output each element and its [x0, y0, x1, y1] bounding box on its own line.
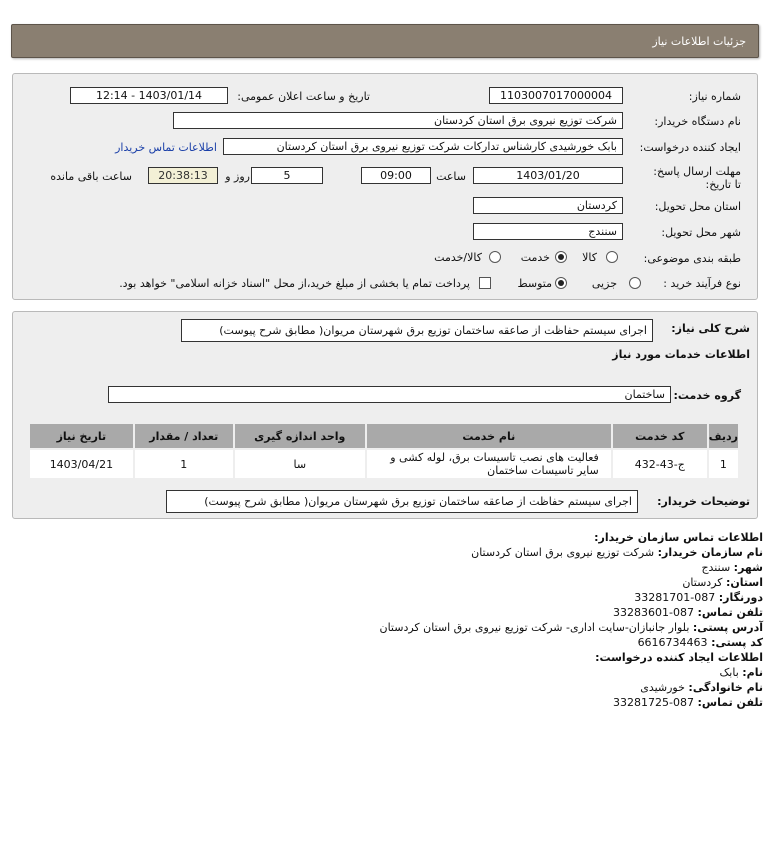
- announce-field[interactable]: 1403/01/14 - 12:14: [70, 87, 228, 104]
- need-date-cell: 1403/04/21: [28, 448, 135, 480]
- deadline-date-field[interactable]: 1403/01/20: [473, 167, 623, 184]
- address-label: آدرس پستی:: [692, 621, 763, 634]
- name-value: بابک: [719, 666, 739, 679]
- description-panel: شرح کلی نیاز: اجرای سیستم حفاظت از صاعقه…: [12, 311, 758, 519]
- postal-value: 6616734463: [637, 636, 708, 649]
- services-section-title: اطلاعات خدمات مورد نیاز: [612, 348, 750, 361]
- province-label: استان محل تحویل:: [654, 200, 741, 213]
- col-quantity: تعداد / مقدار: [132, 422, 235, 450]
- quantity-cell: 1: [132, 448, 235, 480]
- creator-info-title: اطلاعات ایجاد کننده درخواست:: [595, 651, 763, 664]
- city-info-value: سنندج: [701, 561, 731, 574]
- col-need-date: تاریخ نیاز: [28, 422, 135, 450]
- table-header-row: ردیف کد خدمت نام خدمت واحد اندازه گیری ت…: [28, 422, 741, 450]
- province-info-label: استان:: [726, 576, 763, 589]
- category-radio-service[interactable]: [555, 251, 567, 263]
- col-unit: واحد اندازه گیری: [232, 422, 367, 450]
- creator-field[interactable]: بابک خورشیدی کارشناس تدارکات شرکت توزیع …: [223, 138, 623, 155]
- creator-phone-label: تلفن تماس:: [697, 696, 763, 709]
- category-radio-goods[interactable]: [606, 251, 618, 263]
- unit-cell: سا: [232, 448, 367, 480]
- creator-label: ایجاد کننده درخواست:: [639, 141, 741, 154]
- description-label: شرح کلی نیاز:: [671, 322, 750, 335]
- city-field[interactable]: سنندج: [473, 223, 623, 240]
- buyer-notes-field[interactable]: اجرای سیستم حفاظت از صاعقه ساختمان توزیع…: [166, 490, 638, 513]
- days-field[interactable]: 5: [251, 167, 323, 184]
- service-group-label: گروه خدمت:: [673, 389, 741, 402]
- page-title: جزئیات اطلاعات نیاز: [652, 35, 746, 48]
- deadline-time-field[interactable]: 09:00: [361, 167, 431, 184]
- treasury-payment-checkbox[interactable]: [479, 277, 491, 289]
- col-service-code: کد خدمت: [610, 422, 709, 450]
- service-code-cell: ج-43-432: [610, 448, 709, 480]
- contact-info-section: اطلاعات تماس سازمان خریدار: نام سازمان خ…: [0, 527, 770, 737]
- page-header: جزئیات اطلاعات نیاز: [11, 24, 759, 58]
- buyer-contact-link[interactable]: اطلاعات تماس خریدار: [115, 141, 217, 154]
- creator-phone-value: 087-33281725: [613, 696, 695, 709]
- need-number-field[interactable]: 1103007017000004: [489, 87, 623, 104]
- buyer-org-field[interactable]: شرکت توزیع نیروی برق استان کردستان: [173, 112, 623, 129]
- org-value: شرکت توزیع نیروی برق استان کردستان: [471, 546, 655, 559]
- address-value: بلوار جانبازان-سایت اداری- شرکت توزیع نی…: [379, 621, 690, 634]
- phone-value: 087-33283601: [613, 606, 695, 619]
- remaining-time-field: 20:38:13: [148, 167, 218, 184]
- process-radio-medium[interactable]: [555, 277, 567, 289]
- family-value: خورشیدی: [640, 681, 685, 694]
- days-label: روز و: [225, 170, 250, 183]
- services-table: ردیف کد خدمت نام خدمت واحد اندازه گیری ت…: [28, 422, 741, 480]
- category-option-service: خدمت: [520, 251, 550, 264]
- remaining-label: ساعت باقی مانده: [50, 170, 132, 183]
- family-label: نام خانوادگی:: [688, 681, 763, 694]
- province-info-value: کردستان: [682, 576, 723, 589]
- process-label: نوع فرآیند خرید :: [663, 277, 741, 290]
- category-radio-goods-service[interactable]: [489, 251, 501, 263]
- col-row-number: ردیف: [706, 422, 741, 450]
- deadline-label: مهلت ارسال پاسخ: تا تاریخ:: [653, 165, 741, 191]
- buyer-org-label: نام دستگاه خریدار:: [654, 115, 741, 128]
- table-row: 1 ج-43-432 فعالیت های نصب تاسیسات برق، ل…: [28, 448, 741, 480]
- announce-label: تاریخ و ساعت اعلان عمومی:: [237, 90, 370, 103]
- fax-label: دورنگار:: [718, 591, 763, 604]
- fax-value: 087-33281701: [634, 591, 716, 604]
- org-label: نام سازمان خریدار:: [657, 546, 763, 559]
- buyer-notes-label: توضیحات خریدار:: [657, 495, 750, 508]
- process-option-minor: جزیی: [591, 277, 617, 290]
- city-label: شهر محل تحویل:: [661, 226, 741, 239]
- city-info-label: شهر:: [733, 561, 763, 574]
- postal-label: کد پستی:: [711, 636, 763, 649]
- category-label: طبقه بندی موضوعی:: [643, 252, 741, 265]
- category-option-goods: کالا: [582, 251, 597, 264]
- process-option-medium: متوسط: [517, 277, 552, 290]
- name-label: نام:: [742, 666, 763, 679]
- phone-label: تلفن تماس:: [697, 606, 763, 619]
- need-details-panel: شماره نیاز: 1103007017000004 تاریخ و ساع…: [12, 73, 758, 300]
- service-group-field[interactable]: ساختمان: [108, 386, 671, 403]
- category-option-goods-service: کالا/خدمت: [434, 251, 482, 264]
- province-field[interactable]: کردستان: [473, 197, 623, 214]
- service-name-cell: فعالیت های نصب تاسیسات برق، لوله کشی و س…: [364, 448, 613, 480]
- need-number-label: شماره نیاز:: [688, 90, 741, 103]
- col-service-name: نام خدمت: [364, 422, 613, 450]
- treasury-payment-note: پرداخت تمام یا بخشی از مبلغ خرید،از محل …: [119, 277, 470, 290]
- contact-title: اطلاعات تماس سازمان خریدار:: [594, 531, 763, 544]
- description-field[interactable]: اجرای سیستم حفاظت از صاعقه ساختمان توزیع…: [181, 319, 653, 342]
- row-number-cell: 1: [706, 448, 741, 480]
- process-radio-minor[interactable]: [629, 277, 641, 289]
- deadline-time-label: ساعت: [436, 170, 466, 183]
